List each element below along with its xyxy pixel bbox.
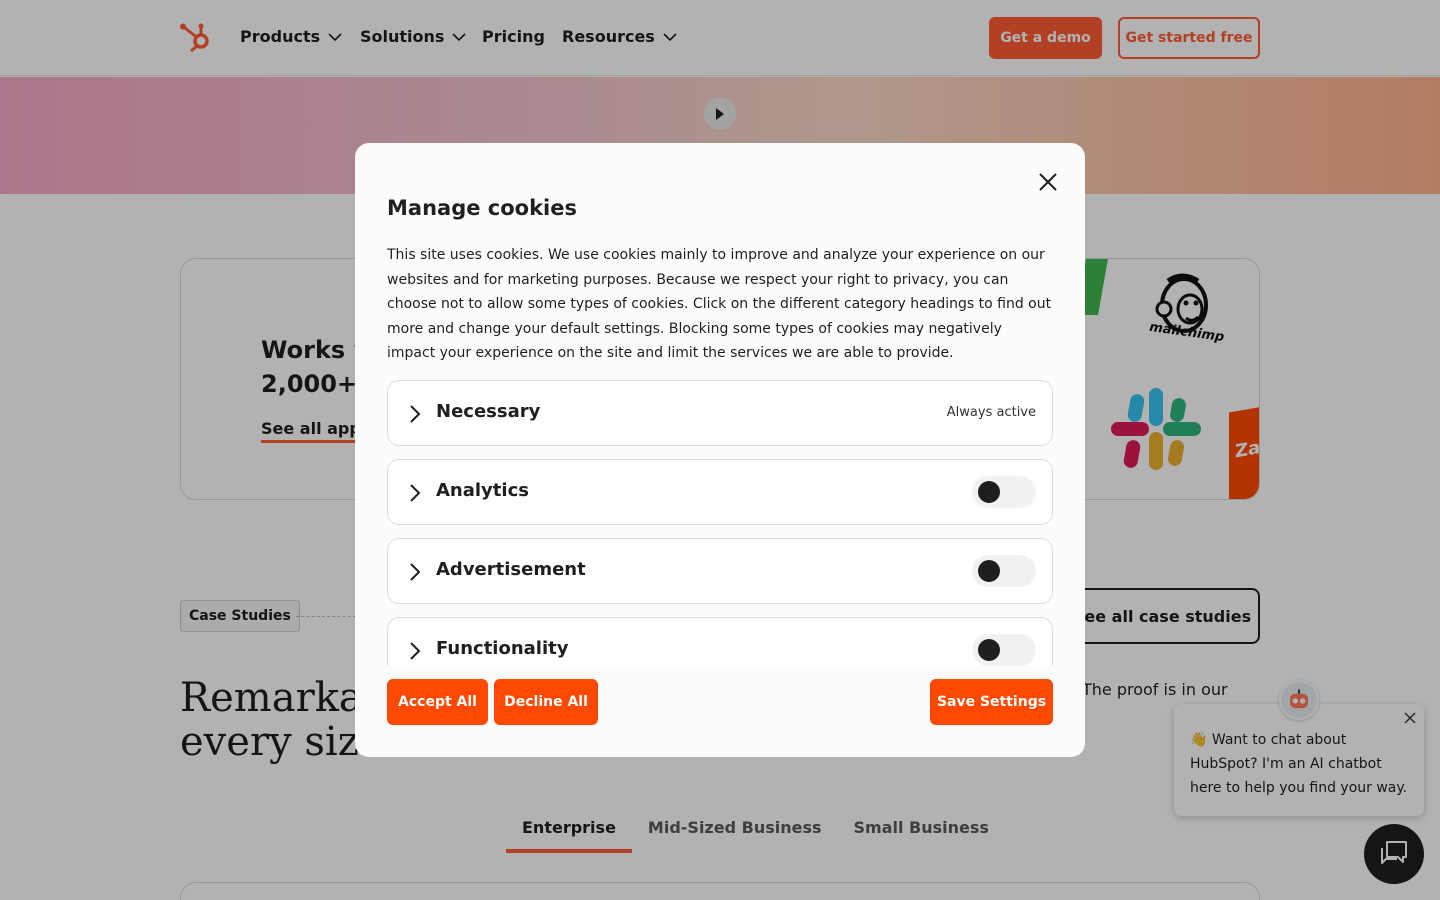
- dialog-title: Manage cookies: [387, 196, 577, 220]
- category-functionality[interactable]: Functionality: [387, 617, 1053, 666]
- toggle-knob: [978, 639, 1000, 661]
- category-analytics[interactable]: Analytics: [387, 459, 1053, 525]
- dialog-description: This site uses cookies. We use cookies m…: [387, 247, 1052, 361]
- close-icon[interactable]: [1037, 171, 1059, 193]
- save-settings-button[interactable]: Save Settings: [930, 679, 1053, 725]
- decline-all-button[interactable]: Decline All: [494, 679, 598, 725]
- advertisement-toggle[interactable]: [972, 555, 1036, 587]
- toggle-knob: [978, 481, 1000, 503]
- accept-all-button[interactable]: Accept All: [387, 679, 488, 725]
- toggle-knob: [978, 560, 1000, 582]
- category-label: Functionality: [436, 638, 569, 659]
- chevron-right-icon: [410, 405, 421, 423]
- functionality-toggle[interactable]: [972, 634, 1036, 666]
- manage-cookies-dialog: Manage cookies This site uses cookies. W…: [355, 143, 1085, 757]
- category-necessary[interactable]: Necessary Always active: [387, 380, 1053, 446]
- category-advertisement[interactable]: Advertisement: [387, 538, 1053, 604]
- cookie-categories-list: Necessary Always active Analytics Advert…: [387, 380, 1053, 666]
- always-active-status: Always active: [946, 405, 1036, 420]
- category-label: Necessary: [436, 401, 541, 422]
- chevron-right-icon: [410, 563, 421, 581]
- chevron-right-icon: [410, 642, 421, 660]
- category-label: Analytics: [436, 480, 529, 501]
- category-label: Advertisement: [436, 559, 586, 580]
- analytics-toggle[interactable]: [972, 476, 1036, 508]
- chevron-right-icon: [410, 484, 421, 502]
